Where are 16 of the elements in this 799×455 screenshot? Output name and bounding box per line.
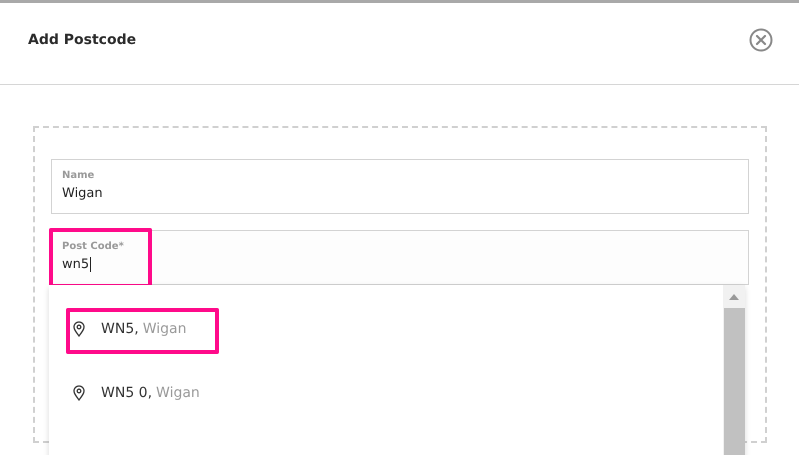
text-cursor bbox=[90, 257, 92, 272]
suggestion-item[interactable]: WN5, Wigan bbox=[49, 309, 723, 349]
suggestion-text: WN5, Wigan bbox=[101, 321, 186, 337]
field-value: wn5 bbox=[62, 257, 92, 272]
suggestion-item[interactable]: WN5 0, Wigan bbox=[49, 373, 723, 413]
dialog-title: Add Postcode bbox=[28, 32, 136, 50]
suggestion-text: WN5 0, Wigan bbox=[101, 385, 200, 401]
field-value: Wigan bbox=[62, 186, 103, 201]
field-label: Post Code* bbox=[62, 241, 125, 252]
location-pin-icon bbox=[73, 385, 85, 401]
close-icon[interactable] bbox=[749, 28, 773, 52]
scrollbar[interactable] bbox=[723, 285, 745, 455]
scroll-up-icon[interactable] bbox=[729, 294, 739, 300]
location-pin-icon bbox=[73, 321, 85, 337]
input-field[interactable]: Name Wigan bbox=[51, 159, 749, 214]
field-label: Name bbox=[62, 170, 96, 181]
